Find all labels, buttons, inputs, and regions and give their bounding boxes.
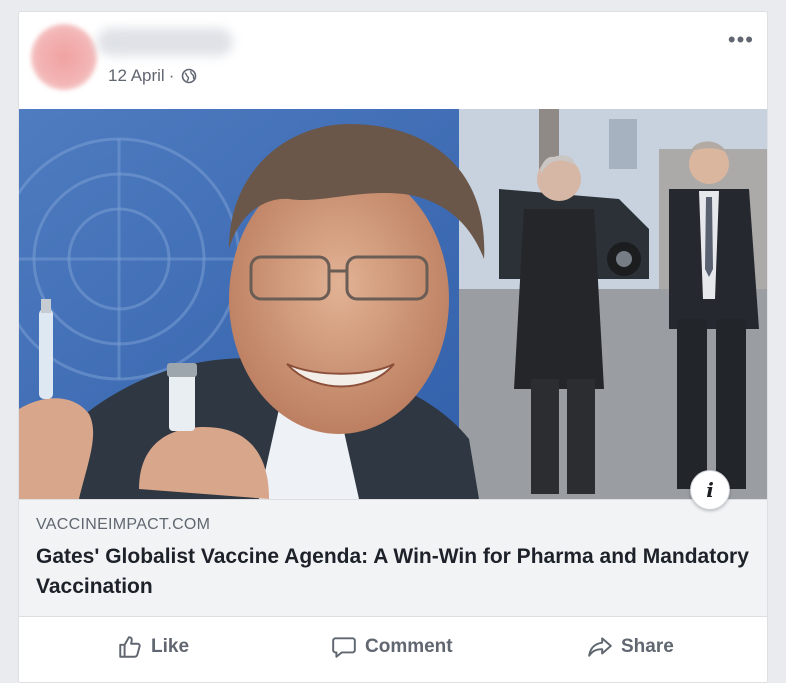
like-label: Like: [151, 636, 190, 657]
photo-collage: [19, 109, 767, 499]
post-meta: 12 April ·: [108, 66, 197, 86]
link-headline[interactable]: Gates' Globalist Vaccine Agenda: A Win-W…: [36, 542, 756, 602]
comment-icon: [332, 637, 356, 658]
meta-separator: ·: [168, 66, 175, 85]
post-date[interactable]: 12 April: [108, 66, 165, 86]
share-button[interactable]: Share: [587, 633, 674, 661]
post-header: 12 April · •••: [19, 12, 767, 109]
info-button[interactable]: i: [690, 470, 730, 510]
post-actions: Like Comment Share: [19, 616, 767, 682]
link-preview-image[interactable]: [19, 109, 767, 499]
more-options-icon[interactable]: •••: [728, 29, 754, 51]
link-preview[interactable]: VACCINEIMPACT.COM Gates' Globalist Vacci…: [19, 499, 767, 616]
like-button[interactable]: Like: [117, 633, 189, 661]
avatar[interactable]: [31, 24, 97, 90]
author-name-redacted[interactable]: [97, 28, 233, 56]
link-domain: VACCINEIMPACT.COM: [36, 516, 211, 533]
globe-icon[interactable]: [181, 68, 197, 84]
share-label: Share: [621, 636, 674, 657]
comment-button[interactable]: Comment: [331, 633, 453, 661]
share-icon: [588, 637, 612, 657]
thumbs-up-icon: [119, 636, 141, 658]
post-card: 12 April · ••• VACCINEIMPACT.COM Gates' …: [18, 11, 768, 683]
comment-label: Comment: [365, 636, 453, 657]
